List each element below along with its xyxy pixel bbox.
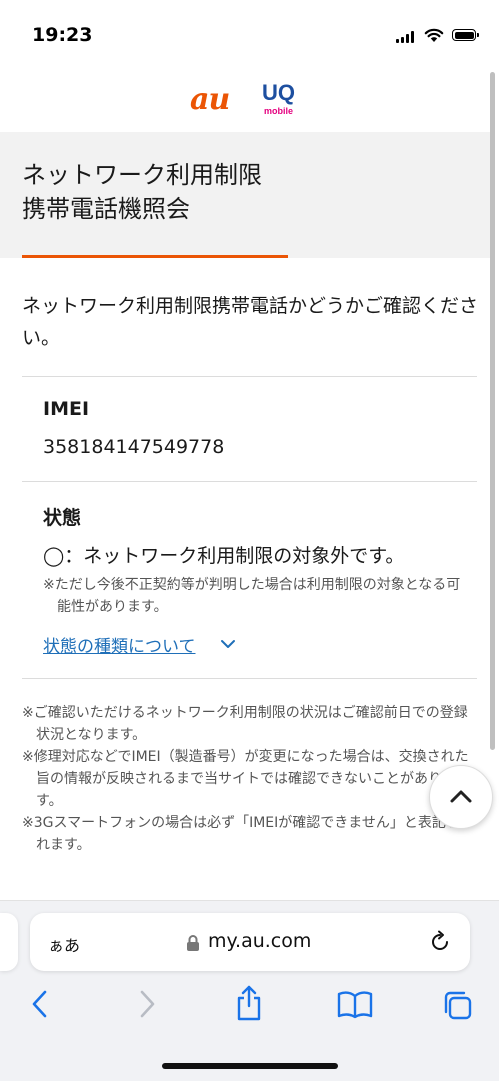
text-size-button[interactable]: ぁあ — [48, 932, 80, 956]
uq-logo-sub: mobile — [264, 106, 294, 116]
back-icon[interactable] — [30, 988, 50, 1020]
chevron-down-icon[interactable] — [220, 638, 236, 650]
divider — [22, 678, 477, 679]
imei-value: 358184147549778 — [43, 436, 225, 458]
title-band: ネットワーク利用制限 携帯電話機照会 — [0, 132, 490, 258]
title-underline — [22, 255, 288, 258]
divider — [22, 481, 477, 482]
status-value: ◯：ネットワーク利用制限の対象外です。 — [43, 545, 405, 567]
home-indicator[interactable] — [162, 1063, 338, 1069]
reload-icon[interactable] — [428, 930, 452, 954]
chevron-up-icon — [450, 790, 472, 803]
share-icon[interactable] — [234, 984, 264, 1022]
brand-logos[interactable]: au UQ mobile — [0, 70, 499, 132]
footnote-item: ※修理対応などでIMEI（製造番号）が変更になった場合は、交換された旨の情報が反… — [22, 749, 469, 809]
signal-icon — [396, 31, 416, 43]
previous-tab-preview[interactable] — [0, 913, 18, 971]
footnotes: ※ご確認いただけるネットワーク利用制限の状況はご確認前日での登録状況となります。… — [22, 702, 472, 856]
address-bar[interactable]: ぁあ my.au.com — [30, 913, 470, 971]
tabs-icon[interactable] — [442, 990, 474, 1022]
url-text[interactable]: my.au.com — [208, 930, 311, 952]
divider — [22, 376, 477, 377]
page-scrollbar[interactable] — [490, 72, 495, 750]
scroll-to-top-button[interactable] — [429, 765, 493, 829]
bookmarks-icon[interactable] — [337, 990, 373, 1020]
status-time: 19:23 — [32, 24, 93, 46]
status-label: 状態 — [43, 507, 82, 529]
battery-icon — [452, 29, 479, 41]
status-note: ※ただし今後不正契約等が判明した場合は利用制限の対象となる可能性があります。 — [43, 577, 461, 615]
status-bar: 19:23 — [0, 0, 499, 70]
lock-icon — [187, 935, 199, 951]
intro-text: ネットワーク利用制限携帯電話かどうかご確認ください。 — [22, 295, 479, 349]
page-title-line2: 携帯電話機照会 — [22, 195, 190, 223]
uq-logo: UQ — [262, 80, 295, 105]
au-logo: au — [190, 82, 230, 117]
page-title-line1: ネットワーク利用制限 — [22, 161, 262, 189]
imei-label: IMEI — [43, 398, 90, 420]
footnote-item: ※ご確認いただけるネットワーク利用制限の状況はご確認前日での登録状況となります。 — [22, 705, 468, 743]
footnote-item: ※3Gスマートフォンの場合は必ず「IMEIが確認できません」と表記されます。 — [22, 815, 460, 853]
wifi-icon — [424, 28, 444, 42]
status-types-link[interactable]: 状態の種類について — [43, 632, 196, 657]
page-title: ネットワーク利用制限 携帯電話機照会 — [22, 158, 262, 226]
forward-icon[interactable] — [137, 988, 157, 1020]
